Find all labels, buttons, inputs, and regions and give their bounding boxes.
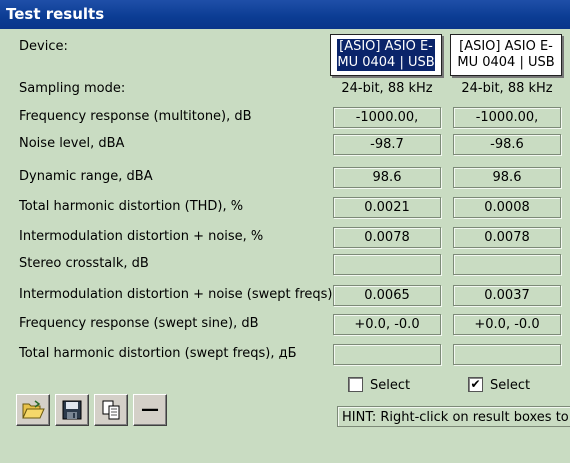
result-box-noise-level-1[interactable]: -98.7 [333, 134, 441, 155]
window-titlebar: Test results [0, 0, 570, 29]
select-label-1: Select [370, 378, 411, 393]
device-box-2[interactable]: [ASIO] ASIO E-MU 0404 | USB [450, 34, 562, 76]
result-box-thd-swept-2[interactable] [453, 344, 561, 365]
sampling-mode-value-2: 24-bit, 88 kHz [461, 81, 553, 96]
sampling-mode-value-1: 24-bit, 88 kHz [341, 81, 433, 96]
row-label: Total harmonic distortion (swept freqs),… [19, 346, 297, 361]
copy-icon [102, 400, 120, 420]
result-box-crosstalk-1[interactable] [333, 254, 441, 275]
open-folder-icon [22, 400, 45, 419]
row-label: Dynamic range, dBA [19, 169, 153, 184]
result-box-imd-2[interactable]: 0.0078 [453, 227, 561, 248]
result-box-crosstalk-2[interactable] [453, 254, 561, 275]
open-button[interactable] [16, 394, 50, 426]
row-label: Intermodulation distortion + noise (swep… [19, 287, 337, 302]
minus-icon: — [141, 399, 159, 420]
row-label: Stereo crosstalk, dB [19, 256, 149, 271]
result-box-thd-1[interactable]: 0.0021 [333, 197, 441, 218]
save-button[interactable] [55, 394, 89, 426]
result-box-noise-level-2[interactable]: -98.6 [453, 134, 561, 155]
result-box-imd-1[interactable]: 0.0078 [333, 227, 441, 248]
row-label: Intermodulation distortion + noise, % [19, 229, 264, 244]
device-name-1: [ASIO] ASIO E-MU 0404 | USB [337, 39, 435, 71]
device-box-1[interactable]: [ASIO] ASIO E-MU 0404 | USB [330, 34, 442, 76]
result-box-freq-response-1[interactable]: -1000.00, [333, 107, 441, 128]
row-label: Frequency response (multitone), dB [19, 109, 252, 124]
save-icon [62, 400, 82, 420]
result-box-imd-swept-1[interactable]: 0.0065 [333, 285, 441, 306]
result-box-thd-swept-1[interactable] [333, 344, 441, 365]
result-box-dynamic-range-1[interactable]: 98.6 [333, 167, 441, 188]
sampling-mode-label: Sampling mode: [19, 81, 126, 96]
select-checkbox-1[interactable] [348, 377, 363, 392]
result-box-imd-swept-2[interactable]: 0.0037 [453, 285, 561, 306]
result-box-freq-swept-1[interactable]: +0.0, -0.0 [333, 314, 441, 335]
window-title: Test results [6, 5, 105, 23]
remove-button[interactable]: — [133, 394, 167, 426]
device-label: Device: [19, 39, 68, 54]
select-checkbox-2[interactable]: ✔ [468, 377, 483, 392]
result-box-dynamic-range-2[interactable]: 98.6 [453, 167, 561, 188]
result-box-freq-response-2[interactable]: -1000.00, [453, 107, 561, 128]
device-name-2: [ASIO] ASIO E-MU 0404 | USB [457, 39, 555, 70]
hint-text: HINT: Right-click on result boxes to vie… [337, 406, 570, 427]
row-label: Noise level, dBA [19, 136, 125, 151]
row-label: Frequency response (swept sine), dB [19, 316, 259, 331]
row-label: Total harmonic distortion (THD), % [19, 199, 244, 214]
select-label-2: Select [490, 378, 531, 393]
result-box-freq-swept-2[interactable]: +0.0, -0.0 [453, 314, 561, 335]
result-box-thd-2[interactable]: 0.0008 [453, 197, 561, 218]
copy-button[interactable] [94, 394, 128, 426]
